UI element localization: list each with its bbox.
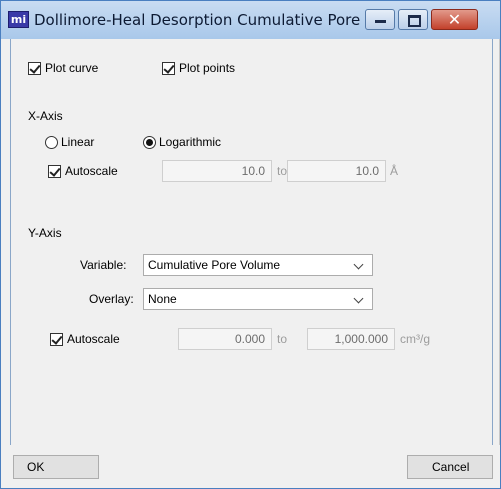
- window-title: Dollimore-Heal Desorption Cumulative Por…: [34, 11, 380, 29]
- x-range-to-label: to: [277, 164, 288, 178]
- maximize-button[interactable]: [398, 9, 428, 30]
- dialog-window: mi Dollimore-Heal Desorption Cumulative …: [0, 0, 501, 489]
- y-axis-section-label: Y-Axis: [28, 226, 62, 240]
- y-min-field[interactable]: 0.000: [178, 328, 272, 350]
- y-autoscale-checkbox[interactable]: [50, 333, 63, 346]
- linear-radio-label[interactable]: Linear: [61, 135, 94, 149]
- window-edge: [499, 39, 500, 445]
- x-axis-section-label: X-Axis: [28, 109, 63, 123]
- button-bar: OK Cancel: [2, 445, 499, 488]
- linear-radio[interactable]: [45, 136, 58, 149]
- ok-button[interactable]: OK: [13, 455, 99, 479]
- title-bar[interactable]: mi Dollimore-Heal Desorption Cumulative …: [1, 1, 500, 39]
- variable-select-value: Cumulative Pore Volume: [148, 258, 281, 272]
- plot-curve-checkbox[interactable]: [28, 62, 41, 75]
- cancel-button[interactable]: Cancel: [407, 455, 493, 479]
- y-max-field[interactable]: 1,000.000: [307, 328, 395, 350]
- y-autoscale-label[interactable]: Autoscale: [67, 332, 120, 346]
- close-icon: ✕: [447, 10, 462, 29]
- overlay-select-value: None: [148, 292, 177, 306]
- overlay-select[interactable]: None: [143, 288, 373, 310]
- overlay-label: Overlay:: [89, 292, 134, 306]
- x-min-field[interactable]: 10.0: [162, 160, 272, 182]
- x-autoscale-checkbox[interactable]: [48, 165, 61, 178]
- x-unit-label: Å: [390, 164, 399, 178]
- x-max-field[interactable]: 10.0: [287, 160, 386, 182]
- minimize-button[interactable]: [365, 9, 395, 30]
- logarithmic-radio[interactable]: [143, 136, 156, 149]
- logarithmic-radio-label[interactable]: Logarithmic: [159, 135, 221, 149]
- app-icon: mi: [8, 11, 29, 28]
- plot-points-label[interactable]: Plot points: [179, 61, 235, 75]
- close-button[interactable]: ✕: [431, 9, 478, 30]
- variable-select[interactable]: Cumulative Pore Volume: [143, 254, 373, 276]
- variable-label: Variable:: [80, 258, 127, 272]
- plot-points-checkbox[interactable]: [162, 62, 175, 75]
- plot-curve-label[interactable]: Plot curve: [45, 61, 98, 75]
- y-range-to-label: to: [277, 332, 288, 346]
- chevron-down-icon: [353, 259, 364, 270]
- chevron-down-icon: [353, 293, 364, 304]
- x-autoscale-label[interactable]: Autoscale: [65, 164, 118, 178]
- y-unit-label: cm³/g: [400, 332, 430, 346]
- dialog-body: Plot curve Plot points X-Axis Linear Log…: [10, 39, 493, 445]
